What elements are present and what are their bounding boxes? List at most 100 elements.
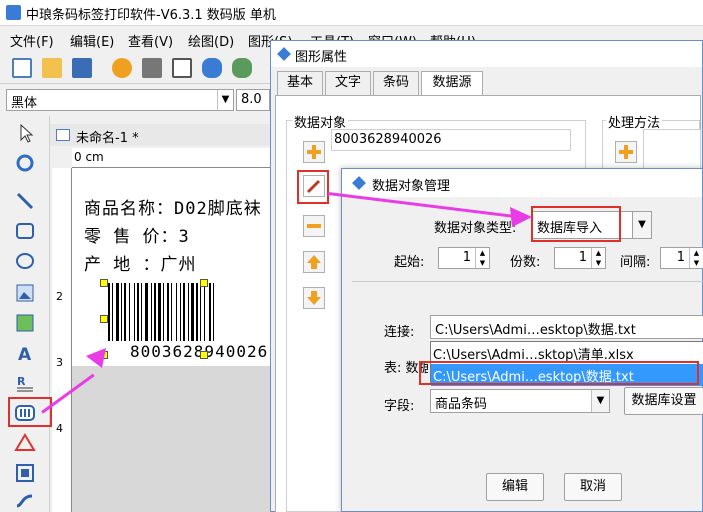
rectangle-tool-icon[interactable]: [14, 220, 36, 242]
minus-icon: [307, 224, 321, 228]
app-logo-icon: [6, 5, 21, 20]
image-tool-icon[interactable]: [14, 282, 36, 304]
curve-tool-icon[interactable]: [14, 490, 36, 512]
text-tool-icon[interactable]: A: [14, 342, 36, 364]
chevron-down-icon[interactable]: ▼: [591, 390, 609, 412]
label-text-line[interactable]: 产 地 ：广州: [84, 250, 196, 275]
menu-file[interactable]: 文件(F): [10, 31, 54, 50]
barcode-graphic[interactable]: [104, 283, 270, 343]
new-file-icon[interactable]: [12, 58, 32, 78]
cancel-button[interactable]: 取消: [564, 473, 622, 501]
app-title: 中琅条码标签打印软件-V6.3.1 数码版 单机: [26, 8, 276, 23]
annotation-arrowhead-icon: [510, 207, 532, 227]
edit-button-highlight: [297, 170, 329, 204]
chevron-down-icon[interactable]: ▼: [632, 211, 652, 239]
save-icon[interactable]: [72, 58, 92, 78]
picture-tool-icon[interactable]: [14, 312, 36, 334]
tab-barcode[interactable]: 条码: [373, 71, 419, 95]
open-folder-icon[interactable]: [42, 58, 62, 78]
barcode-bar: [191, 283, 194, 341]
main-title-bar: 中琅条码标签打印软件-V6.3.1 数码版 单机: [0, 0, 703, 26]
connection-label: 连接:: [384, 325, 415, 340]
menu-view[interactable]: 查看(V): [128, 31, 173, 50]
start-value: 1: [462, 250, 471, 265]
plus-icon: [619, 145, 633, 159]
field-select[interactable]: 商品条码 ▼: [430, 389, 610, 413]
edit-button[interactable]: 编辑: [486, 473, 544, 501]
separator: [352, 281, 703, 282]
interval-label: 间隔:: [620, 255, 651, 270]
font-family-value: 黑体: [11, 96, 38, 111]
arrow-down-icon: [307, 291, 321, 305]
data-object-item[interactable]: 8003628940026: [334, 132, 442, 147]
add-data-object-button[interactable]: [303, 141, 325, 163]
database-icon[interactable]: [202, 58, 222, 78]
annotation-arrowhead-icon: [86, 348, 106, 368]
dialog-logo-icon: [277, 47, 291, 61]
ruler-top: 0 cm: [72, 148, 270, 168]
tab-basic[interactable]: 基本: [277, 71, 323, 95]
font-size-select[interactable]: 8.0: [236, 89, 270, 111]
tab-data-source[interactable]: 数据源: [421, 71, 483, 95]
barcode-bar: [163, 283, 164, 341]
font-family-select[interactable]: 黑体 ▼: [6, 89, 234, 111]
settings-gear-icon[interactable]: [112, 58, 132, 78]
pointer-arrow-icon[interactable]: [14, 122, 36, 144]
qrcode-tool-icon[interactable]: [14, 462, 36, 484]
spinner-arrows-icon[interactable]: ▲ ▼: [591, 248, 605, 268]
interval-spinner[interactable]: 1 ▲ ▼: [660, 247, 703, 269]
barcode-bar: [158, 283, 161, 341]
barcode-bar: [180, 283, 181, 341]
font-bar: 黑体 ▼ 8.0: [0, 86, 270, 114]
move-down-button[interactable]: [303, 287, 325, 309]
connection-select[interactable]: C:\Users\Admi…esktop\数据.txt: [430, 315, 703, 339]
data-object-list[interactable]: 8003628940026: [331, 129, 571, 151]
db-dialog-title-bar: 数据对象管理: [342, 169, 702, 197]
start-spinner[interactable]: 1 ▲ ▼: [438, 247, 490, 269]
barcode-bar: [108, 283, 110, 341]
barcode-bar: [188, 283, 189, 341]
add-process-method-button[interactable]: [615, 141, 637, 163]
field-value: 商品条码: [435, 397, 488, 412]
print-preview-icon[interactable]: [172, 58, 192, 78]
chevron-down-icon[interactable]: ▼: [217, 90, 233, 110]
print-icon[interactable]: [142, 58, 162, 78]
barcode-bar: [196, 283, 198, 341]
menu-edit[interactable]: 编辑(E): [70, 31, 114, 50]
rotate-icon[interactable]: [14, 152, 36, 174]
start-label: 起始:: [394, 255, 425, 270]
barcode-bar: [171, 283, 172, 341]
barcode-bar: [167, 283, 169, 341]
rich-text-tool-icon[interactable]: R: [14, 372, 36, 394]
spinner-arrows-icon[interactable]: ▲ ▼: [689, 248, 703, 268]
ellipse-tool-icon[interactable]: [14, 250, 36, 272]
menu-draw[interactable]: 绘图(D): [188, 31, 234, 50]
svg-text:R: R: [17, 375, 26, 388]
copies-spinner[interactable]: 1 ▲ ▼: [554, 247, 606, 269]
main-toolbar: [0, 52, 270, 84]
shape-tool-icon[interactable]: [14, 432, 36, 454]
delete-data-object-button[interactable]: [303, 215, 325, 237]
dialog-logo-icon: [352, 176, 366, 190]
ruler-top-label: 0 cm: [74, 150, 104, 164]
label-text-line[interactable]: 零 售 价：3: [84, 222, 190, 247]
spinner-arrows-icon[interactable]: ▲ ▼: [475, 248, 489, 268]
resize-handle[interactable]: [200, 279, 208, 287]
resize-handle[interactable]: [100, 315, 108, 323]
left-tool-palette: A R: [0, 116, 50, 512]
resize-handle[interactable]: [200, 351, 208, 359]
database-settings-button[interactable]: 数据库设置: [624, 387, 703, 415]
tab-text[interactable]: 文字: [325, 71, 371, 95]
connection-option-highlight: [419, 361, 699, 385]
ruler-left-label-2: 2: [56, 290, 63, 303]
barcode-bar: [213, 283, 214, 341]
document-tab[interactable]: 未命名-1 *: [50, 124, 270, 146]
database-settings-icon[interactable]: [232, 58, 252, 78]
line-tool-icon[interactable]: [14, 190, 36, 212]
resize-handle[interactable]: [100, 279, 108, 287]
move-up-button[interactable]: [303, 251, 325, 273]
data-type-highlight: [531, 206, 621, 242]
barcode-bar: [116, 283, 119, 341]
label-text-line[interactable]: 商品名称：D02脚底袜: [84, 194, 262, 219]
barcode-bar: [209, 283, 211, 341]
